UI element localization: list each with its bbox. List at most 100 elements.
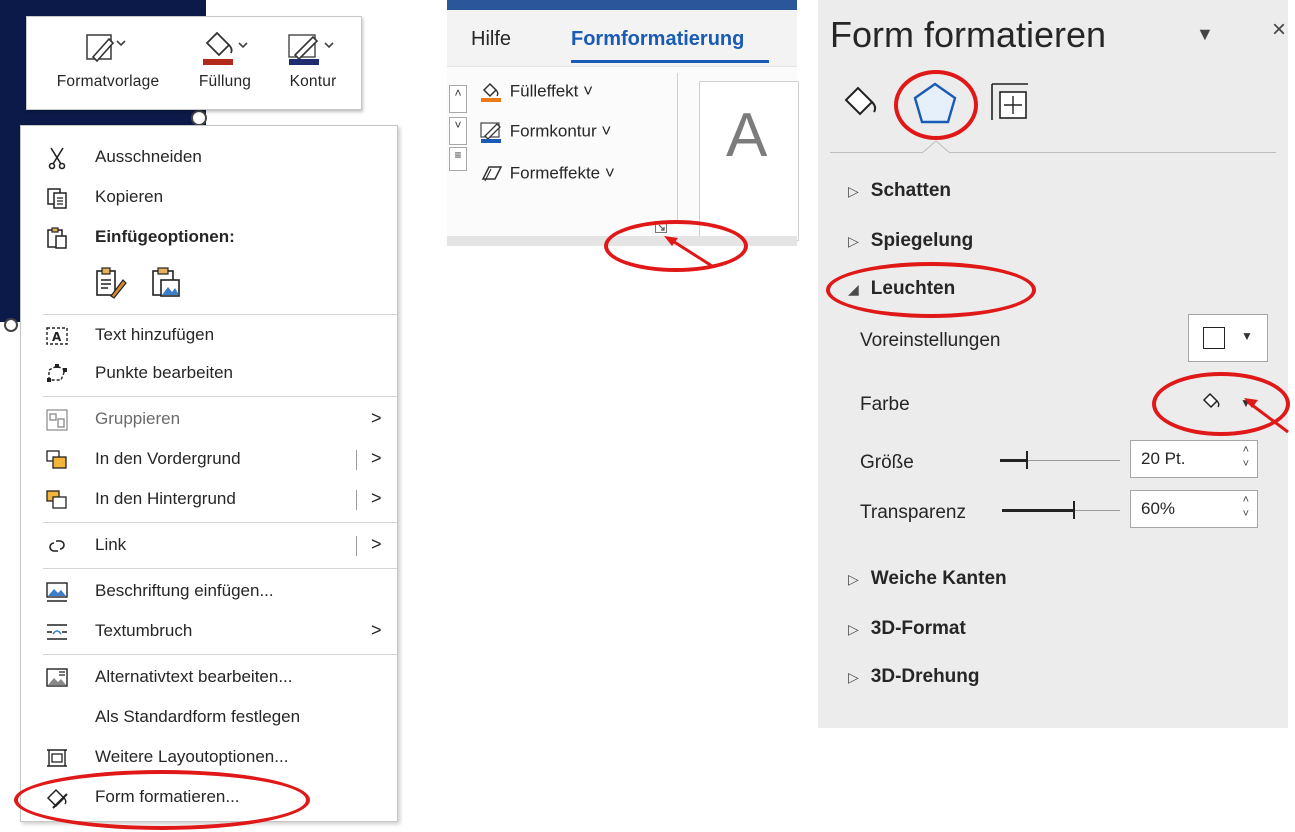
menu-item-cut[interactable]: Ausschneiden (21, 138, 397, 176)
menu-item-label: Ausschneiden (95, 147, 202, 166)
group-icon (46, 409, 68, 431)
expand-triangle-icon: ▷ (848, 669, 859, 685)
menu-item-text-wrap[interactable]: Textumbruch > (21, 612, 397, 650)
tab-help[interactable]: Hilfe (471, 28, 511, 51)
menu-item-label: Kopieren (95, 187, 164, 206)
menu-item-insert-caption[interactable]: Beschriftung einfügen... (21, 572, 397, 610)
section-label: Weiche Kanten (870, 568, 1007, 589)
menu-item-label: Alternativtext bearbeiten... (95, 667, 293, 686)
menu-item-add-text[interactable]: A Text hinzufügen (21, 316, 397, 354)
layout-options-icon (47, 749, 67, 767)
dropdown-caret: ˅ (601, 121, 612, 141)
glow-transparency-spinner[interactable]: 60% ˄ ˅ (1130, 490, 1258, 528)
glow-size-value: 20 Pt. (1141, 449, 1186, 468)
paste-icon (47, 227, 67, 249)
edit-points-icon (47, 364, 67, 382)
menu-item-alt-text[interactable]: Alternativtext bearbeiten... (21, 658, 397, 696)
minibar-outline-button[interactable]: Kontur (271, 21, 355, 91)
spinner-arrows-icon[interactable]: ˄ ˅ (1243, 493, 1249, 521)
text-wrap-icon (47, 624, 67, 640)
tab-shape-format[interactable]: Formformatierung (571, 28, 744, 51)
svg-text:A: A (52, 330, 62, 344)
outline-pen-icon (480, 122, 501, 143)
add-text-icon: A (46, 327, 68, 345)
fill-bucket-icon (203, 31, 248, 65)
shape-handle[interactable] (4, 318, 18, 332)
gallery-expand[interactable]: ≡ (449, 147, 467, 171)
shape-effects-label: Formeffekte (509, 163, 601, 183)
outline-pen-icon (288, 34, 334, 65)
ribbon-panel: Hilfe Formformatierung ˄ ˅ ≡ Fülleffekt … (447, 0, 799, 246)
section-3d-format[interactable]: ▷ 3D-Format (848, 618, 966, 640)
menu-item-label: Einfügeoptionen: (95, 227, 235, 246)
glow-transparency-slider-thumb[interactable] (1073, 501, 1075, 519)
glow-size-slider-fill (1000, 459, 1028, 462)
shape-handle[interactable] (191, 110, 207, 126)
mini-toolbar: Formatvorlage Füllung Kontur (26, 16, 362, 110)
menu-item-bring-forward[interactable]: In den Vordergrund > (21, 440, 397, 478)
glow-presets-label: Voreinstellungen (860, 330, 1001, 351)
menu-item-label: Punkte bearbeiten (95, 363, 233, 382)
submenu-arrow[interactable]: > (371, 448, 382, 469)
menu-item-link[interactable]: Link > (21, 526, 397, 564)
submenu-arrow: > (371, 408, 382, 428)
menu-item-copy[interactable]: Kopieren (21, 178, 397, 216)
minibar-fill-button[interactable]: Füllung (185, 21, 265, 91)
style-pen-icon (86, 34, 126, 63)
gallery-scroll-down[interactable]: ˅ (449, 117, 467, 145)
glow-size-spinner[interactable]: 20 Pt. ˄ ˅ (1130, 440, 1258, 478)
context-menu: Ausschneiden Kopieren Einfügeoptionen: A… (20, 125, 398, 822)
dropdown-caret-icon: ▼ (1241, 329, 1253, 343)
section-reflection[interactable]: ▷ Spiegelung (848, 230, 973, 252)
menu-item-set-default-shape[interactable]: Als Standardform festlegen (21, 698, 397, 736)
split-divider (356, 536, 357, 556)
submenu-arrow[interactable]: > (371, 488, 382, 509)
expand-triangle-icon: ▷ (848, 183, 859, 199)
menu-separator (43, 654, 397, 655)
wordart-preview-letter: A (726, 101, 768, 170)
menu-item-more-layout-options[interactable]: Weitere Layoutoptionen... (21, 738, 397, 776)
ribbon-tab-bar: Hilfe Formformatierung (447, 10, 797, 66)
shape-outline-label: Formkontur (509, 121, 597, 141)
annotation-circle (14, 770, 310, 830)
section-label: Spiegelung (870, 230, 974, 251)
gallery-scroll-up[interactable]: ˄ (449, 85, 467, 113)
section-shadow[interactable]: ▷ Schatten (848, 180, 951, 202)
paste-keep-formatting-icon[interactable] (93, 266, 127, 300)
dropdown-caret: ˅ (583, 81, 594, 101)
menu-item-label: Textumbruch (95, 621, 193, 640)
bring-forward-icon (46, 450, 67, 469)
annotation-circle (894, 70, 978, 140)
glow-size-label: Größe (860, 452, 914, 473)
wordart-style-preview[interactable]: A (699, 81, 799, 241)
glow-transparency-label: Transparenz (860, 502, 966, 523)
spinner-arrows-icon[interactable]: ˄ ˅ (1243, 443, 1249, 471)
section-soft-edges[interactable]: ▷ Weiche Kanten (848, 568, 1007, 590)
glow-size-slider-thumb[interactable] (1026, 451, 1028, 469)
ribbon-body: ˄ ˅ ≡ Fülleffekt ˅ Formkontur ˅ Formeffe… (447, 66, 799, 241)
glow-presets-dropdown[interactable]: ▼ (1188, 314, 1268, 362)
copy-icon (47, 188, 67, 209)
section-label: 3D-Format (870, 618, 966, 639)
shape-outline-button[interactable]: Formkontur ˅ (479, 121, 611, 143)
annotation-circle (826, 262, 1036, 318)
menu-item-group[interactable]: Gruppieren > (21, 400, 397, 438)
pane-options-caret-icon[interactable]: ▼ (1196, 24, 1214, 45)
shape-effects-button[interactable]: Formeffekte ˅ (479, 163, 615, 185)
minibar-style-button[interactable]: Formatvorlage (35, 21, 181, 91)
submenu-arrow[interactable]: > (371, 534, 382, 555)
fill-line-tab-icon[interactable] (840, 80, 888, 124)
pane-close-icon[interactable]: × (1272, 16, 1286, 44)
dropdown-caret: ˅ (604, 163, 615, 183)
minibar-outline-label: Kontur (289, 73, 337, 90)
shape-fill-button[interactable]: Fülleffekt ˅ (479, 81, 593, 103)
menu-item-send-backward[interactable]: In den Hintergrund > (21, 480, 397, 518)
section-3d-rotation[interactable]: ▷ 3D-Drehung (848, 666, 980, 688)
active-tab-pointer (922, 140, 950, 154)
annotation-arrow (1244, 398, 1289, 434)
ribbon-group-divider (677, 73, 678, 223)
paste-as-picture-icon[interactable] (149, 266, 183, 300)
layout-properties-tab-icon[interactable] (986, 78, 1034, 124)
menu-item-label: Weitere Layoutoptionen... (95, 747, 289, 766)
menu-item-edit-points[interactable]: Punkte bearbeiten (21, 354, 397, 392)
